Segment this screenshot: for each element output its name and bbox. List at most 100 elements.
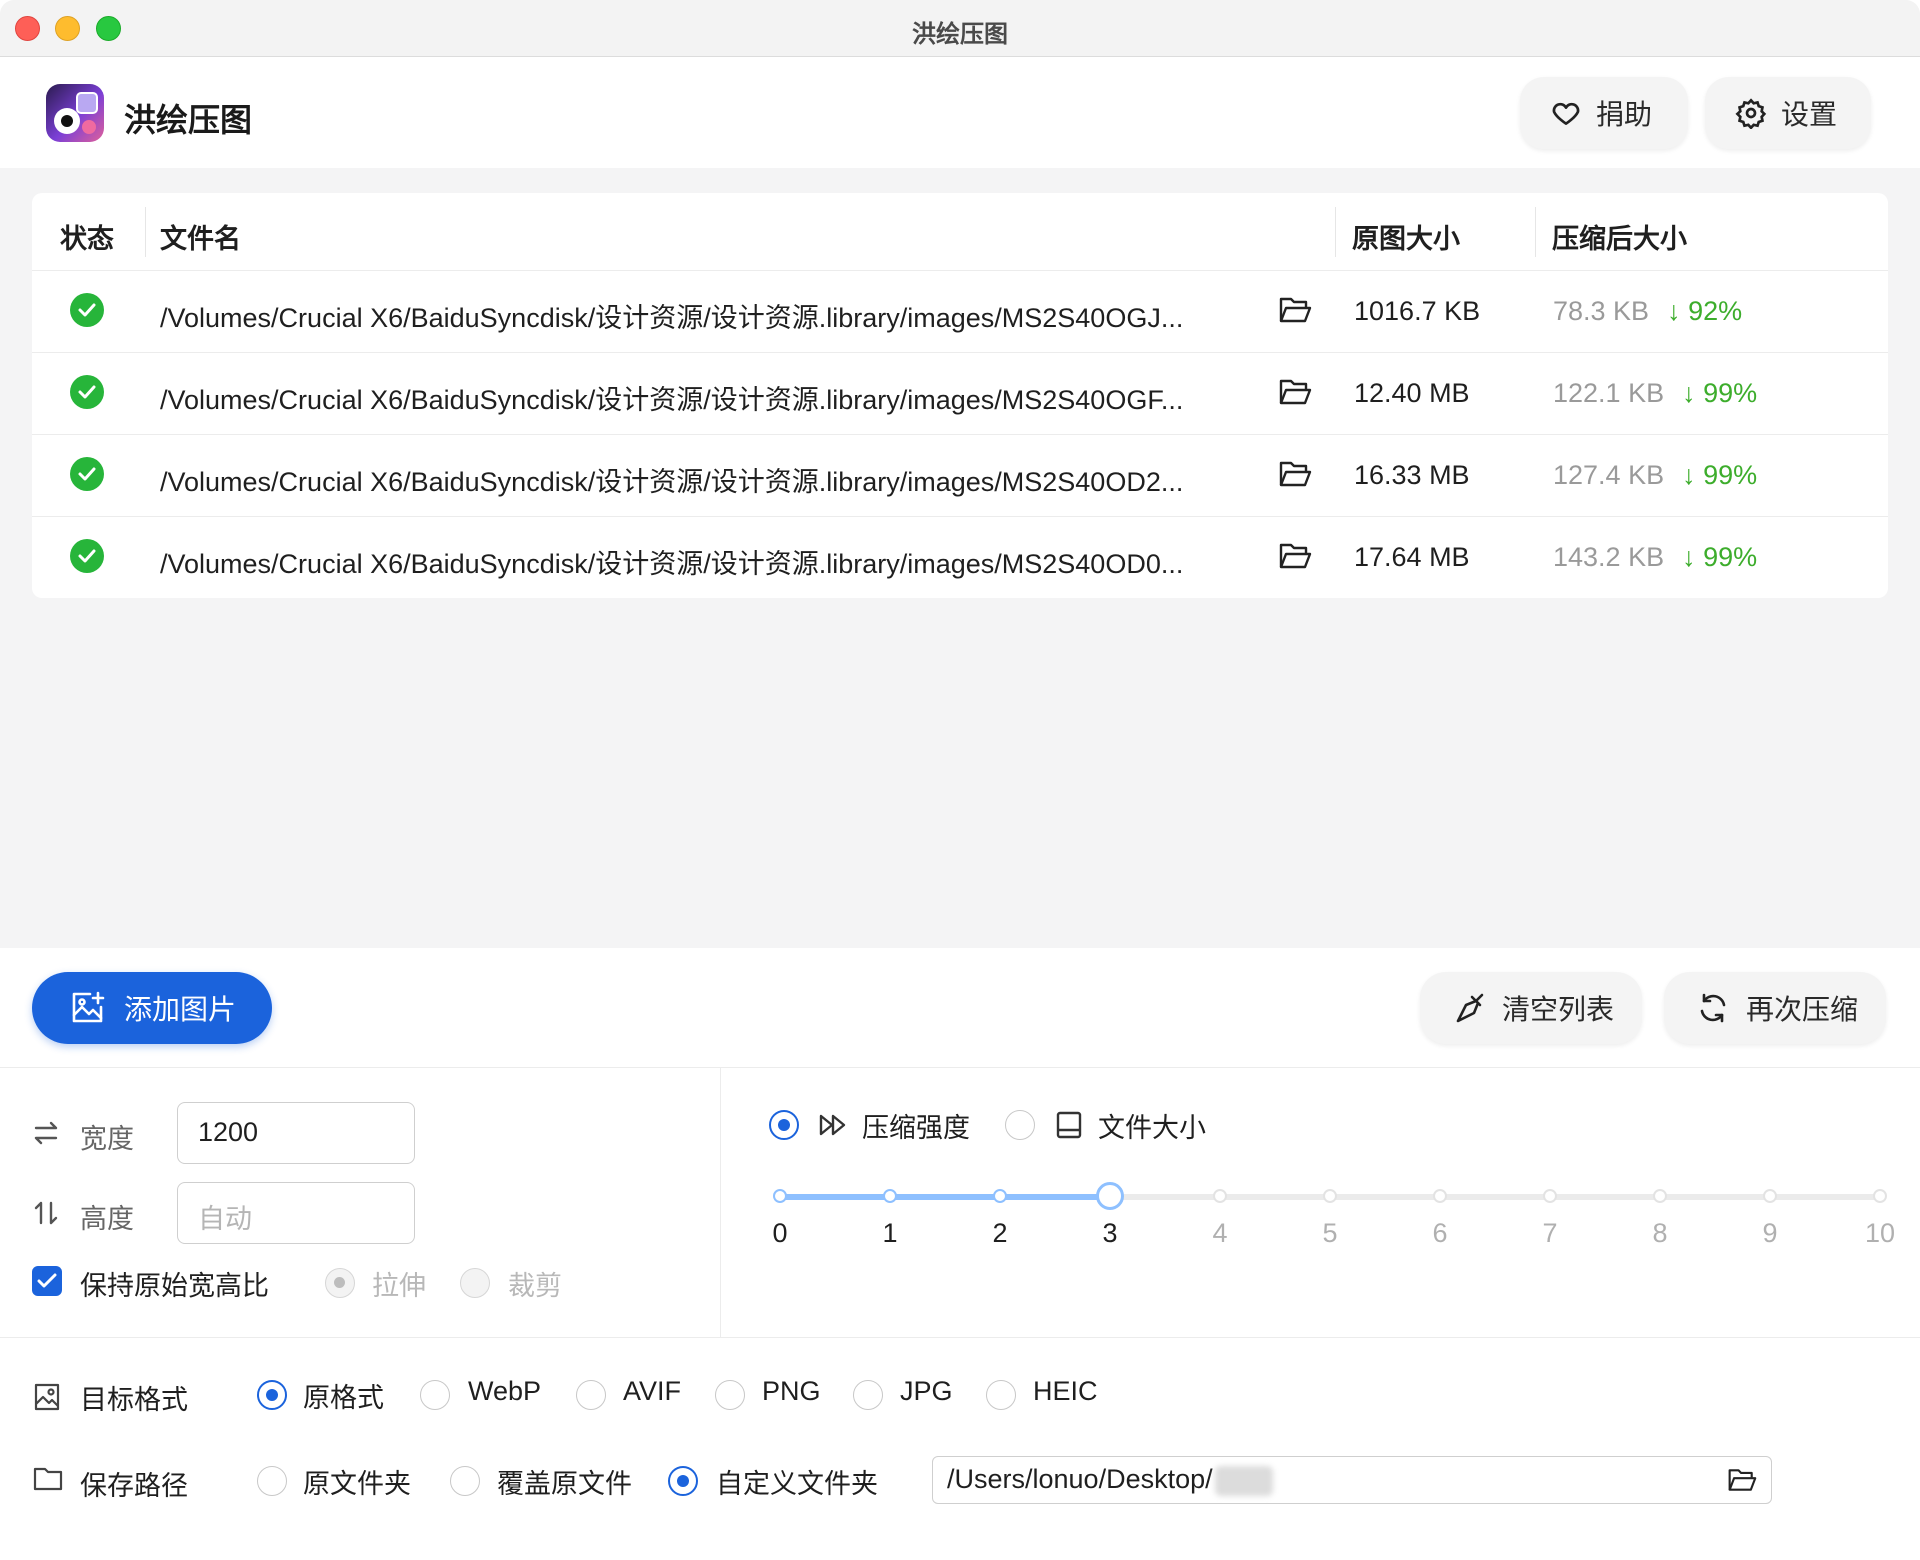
output-options: 目标格式 原格式 WebP AVIF PNG JPG HEIC 保存路径 原文件… (0, 1338, 1920, 1560)
donate-button[interactable]: 捐助 (1520, 77, 1688, 149)
slider-tick-label: 8 (1652, 1218, 1668, 1248)
app-window: 洪绘压图 洪绘压图 捐助 设置 状态 文件名 原图大小 压缩后大小 /Volum… (0, 0, 1920, 1560)
reduction-percent: ↓ 99% (1682, 378, 1758, 408)
format-option-label: HEIC (1033, 1376, 1098, 1406)
recompress-button[interactable]: 再次压缩 (1664, 972, 1886, 1044)
brush-icon (1456, 993, 1484, 1023)
add-images-button[interactable]: 添加图片 (32, 972, 272, 1044)
slider-tick-label: 0 (772, 1218, 788, 1248)
format-option-label: JPG (900, 1376, 953, 1406)
format-option-label: 原格式 (303, 1383, 384, 1413)
fast-forward-icon (819, 1114, 846, 1136)
format-label: 目标格式 (80, 1385, 188, 1415)
mode-strength-radio[interactable] (769, 1110, 799, 1140)
file-name: /Volumes/Crucial X6/BaiduSyncdisk/设计资源/设… (160, 467, 1184, 497)
mode-strength-label: 压缩强度 (862, 1113, 970, 1143)
format-radio-heic[interactable] (986, 1380, 1016, 1410)
file-name: /Volumes/Crucial X6/BaiduSyncdisk/设计资源/设… (160, 549, 1184, 579)
column-divider (145, 207, 146, 257)
column-original-size: 原图大小 (1352, 224, 1460, 254)
success-check-icon (70, 539, 104, 573)
table-header: 状态 文件名 原图大小 压缩后大小 (32, 193, 1888, 271)
slider-tick[interactable] (1323, 1189, 1337, 1203)
compressed-size: 78.3 KB ↓ 92% (1553, 296, 1743, 326)
slider-tick-label: 9 (1762, 1218, 1778, 1248)
save-radio-overwrite[interactable] (450, 1466, 480, 1496)
crop-label: 裁剪 (508, 1271, 562, 1301)
reduction-percent: ↓ 99% (1682, 460, 1758, 490)
drive-icon (1056, 1111, 1082, 1139)
slider-tick[interactable] (993, 1189, 1007, 1203)
table-row[interactable]: /Volumes/Crucial X6/BaiduSyncdisk/设计资源/设… (32, 353, 1888, 435)
gear-icon (1735, 98, 1767, 129)
swap-vertical-icon (34, 1201, 58, 1225)
slider-tick[interactable] (1653, 1189, 1667, 1203)
refresh-icon (1700, 993, 1726, 1023)
original-size: 1016.7 KB (1354, 296, 1481, 326)
slider-tick[interactable] (1543, 1189, 1557, 1203)
slider-tick[interactable] (1433, 1189, 1447, 1203)
format-option-label: AVIF (623, 1376, 682, 1406)
table-row[interactable]: /Volumes/Crucial X6/BaiduSyncdisk/设计资源/设… (32, 435, 1888, 517)
format-radio-png[interactable] (715, 1380, 745, 1410)
format-radio-original[interactable] (257, 1380, 287, 1410)
checkbox-checked-icon (32, 1266, 62, 1296)
open-folder-icon[interactable] (1278, 459, 1312, 489)
reduction-percent: ↓ 92% (1667, 296, 1743, 326)
clear-list-label: 清空列表 (1502, 994, 1615, 1025)
slider-tick[interactable] (1213, 1189, 1227, 1203)
slider-tick-label: 6 (1432, 1218, 1448, 1248)
success-check-icon (70, 375, 104, 409)
save-radio-original-folder[interactable] (257, 1466, 287, 1496)
compressed-size: 143.2 KB ↓ 99% (1553, 542, 1758, 572)
slider-tick[interactable] (883, 1189, 897, 1203)
mode-filesize-radio[interactable] (1005, 1110, 1035, 1140)
save-option-label: 原文件夹 (303, 1469, 411, 1499)
file-list-area: 状态 文件名 原图大小 压缩后大小 /Volumes/Crucial X6/Ba… (0, 168, 1920, 948)
original-size: 16.33 MB (1354, 460, 1470, 490)
slider-tick-label: 3 (1102, 1218, 1118, 1248)
table-row[interactable]: /Volumes/Crucial X6/BaiduSyncdisk/设计资源/设… (32, 271, 1888, 353)
panel-divider (720, 1068, 721, 1338)
column-filename: 文件名 (160, 224, 241, 254)
save-path-label: 保存路径 (80, 1471, 188, 1501)
file-table: 状态 文件名 原图大小 压缩后大小 /Volumes/Crucial X6/Ba… (32, 193, 1888, 598)
settings-button[interactable]: 设置 (1705, 77, 1871, 149)
custom-path-value: /Users/lonuo/Desktop/ (947, 1464, 1213, 1494)
settings-panel: 宽度 1200 高度 自动 保持原始宽高比 拉伸 裁剪 压缩强度 文件大小 0 1… (0, 1068, 1920, 1338)
image-file-icon (34, 1383, 60, 1411)
slider-fill (780, 1194, 1110, 1200)
format-option-label: WebP (468, 1376, 542, 1406)
crop-radio[interactable] (460, 1268, 490, 1298)
open-folder-icon[interactable] (1278, 377, 1312, 407)
table-row[interactable]: /Volumes/Crucial X6/BaiduSyncdisk/设计资源/设… (32, 517, 1888, 598)
width-label: 宽度 (80, 1124, 134, 1154)
browse-folder-icon[interactable] (1727, 1466, 1757, 1494)
slider-thumb[interactable] (1096, 1182, 1124, 1210)
file-name: /Volumes/Crucial X6/BaiduSyncdisk/设计资源/设… (160, 385, 1184, 415)
width-input[interactable]: 1200 (177, 1102, 415, 1164)
column-divider (1535, 207, 1536, 257)
compression-slider[interactable] (773, 1182, 1887, 1210)
keep-ratio-label: 保持原始宽高比 (80, 1271, 269, 1301)
save-radio-custom-folder[interactable] (668, 1466, 698, 1496)
format-radio-avif[interactable] (576, 1380, 606, 1410)
height-input[interactable]: 自动 (177, 1182, 415, 1244)
app-header: 洪绘压图 捐助 设置 (0, 57, 1920, 168)
format-radio-jpg[interactable] (853, 1380, 883, 1410)
recompress-label: 再次压缩 (1746, 994, 1859, 1025)
open-folder-icon[interactable] (1278, 541, 1312, 571)
format-radio-webp[interactable] (420, 1380, 450, 1410)
custom-path-input[interactable]: /Users/lonuo/Desktop/ (932, 1456, 1772, 1504)
success-check-icon (70, 293, 104, 327)
donate-label: 捐助 (1596, 99, 1653, 130)
slider-tick[interactable] (1763, 1189, 1777, 1203)
slider-tick-label: 7 (1542, 1218, 1558, 1248)
open-folder-icon[interactable] (1278, 295, 1312, 325)
slider-tick[interactable] (1873, 1189, 1887, 1203)
slider-tick[interactable] (773, 1189, 787, 1203)
clear-list-button[interactable]: 清空列表 (1420, 972, 1642, 1044)
column-divider (1335, 207, 1336, 257)
format-option-label: PNG (762, 1376, 821, 1406)
stretch-radio[interactable] (325, 1268, 355, 1298)
